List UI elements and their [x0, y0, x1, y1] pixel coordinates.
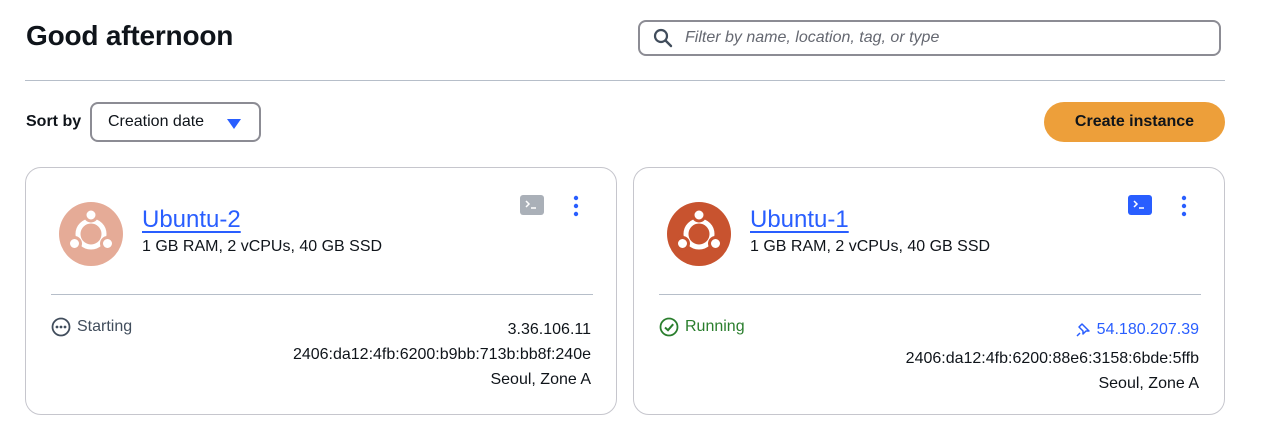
header-divider [25, 80, 1225, 81]
instance-name-link[interactable]: Ubuntu-1 [750, 206, 849, 234]
card-divider [659, 294, 1201, 295]
network-info: 54.180.207.39 2406:da12:4fb:6200:88e6:31… [906, 317, 1199, 396]
sort-select[interactable]: Creation date [90, 102, 261, 142]
pin-icon [1076, 322, 1090, 337]
public-ipv6: 2406:da12:4fb:6200:b9bb:713b:bb8f:240e [292, 346, 591, 363]
caret-down-icon [227, 117, 241, 135]
ubuntu-logo-icon [58, 201, 124, 267]
status-text: Running [685, 318, 745, 335]
more-options-icon[interactable] [1176, 194, 1192, 218]
instance-spec: 1 GB RAM, 2 vCPUs, 40 GB SSD [142, 238, 383, 255]
terminal-icon[interactable] [1128, 195, 1152, 215]
pending-icon [51, 317, 71, 337]
instance-card: Ubuntu-2 1 GB RAM, 2 vCPUs, 40 GB SSD St… [25, 167, 617, 415]
sort-label: Sort by [26, 113, 82, 130]
location: Seoul, Zone A [490, 371, 591, 388]
network-info: 3.36.106.11 2406:da12:4fb:6200:b9bb:713b… [293, 317, 591, 392]
create-instance-button[interactable]: Create instance [1044, 102, 1225, 142]
ubuntu-logo-icon [666, 201, 732, 267]
search-icon [653, 28, 673, 48]
public-ipv6: 2406:da12:4fb:6200:88e6:3158:6bde:5ffb [905, 349, 1199, 367]
static-ip-link[interactable]: 54.180.207.39 [1075, 317, 1199, 342]
location: Seoul, Zone A [1098, 374, 1199, 392]
page-title: Good afternoon [26, 20, 234, 51]
search-input[interactable] [685, 29, 1219, 47]
check-circle-icon [659, 317, 679, 337]
status-text: Starting [77, 318, 133, 335]
terminal-icon[interactable] [520, 195, 544, 215]
sort-select-value: Creation date [108, 113, 205, 130]
card-divider [51, 294, 593, 295]
more-options-icon[interactable] [568, 194, 584, 218]
status-indicator: Running [659, 317, 745, 337]
instance-spec: 1 GB RAM, 2 vCPUs, 40 GB SSD [750, 238, 991, 255]
public-ipv4: 3.36.106.11 [507, 321, 591, 338]
instance-card: Ubuntu-1 1 GB RAM, 2 vCPUs, 40 GB SSD Ru… [633, 167, 1225, 415]
public-ipv4: 54.180.207.39 [1096, 321, 1199, 338]
instance-name-link[interactable]: Ubuntu-2 [142, 206, 241, 234]
status-indicator: Starting [51, 317, 132, 337]
search-field[interactable] [638, 20, 1221, 56]
